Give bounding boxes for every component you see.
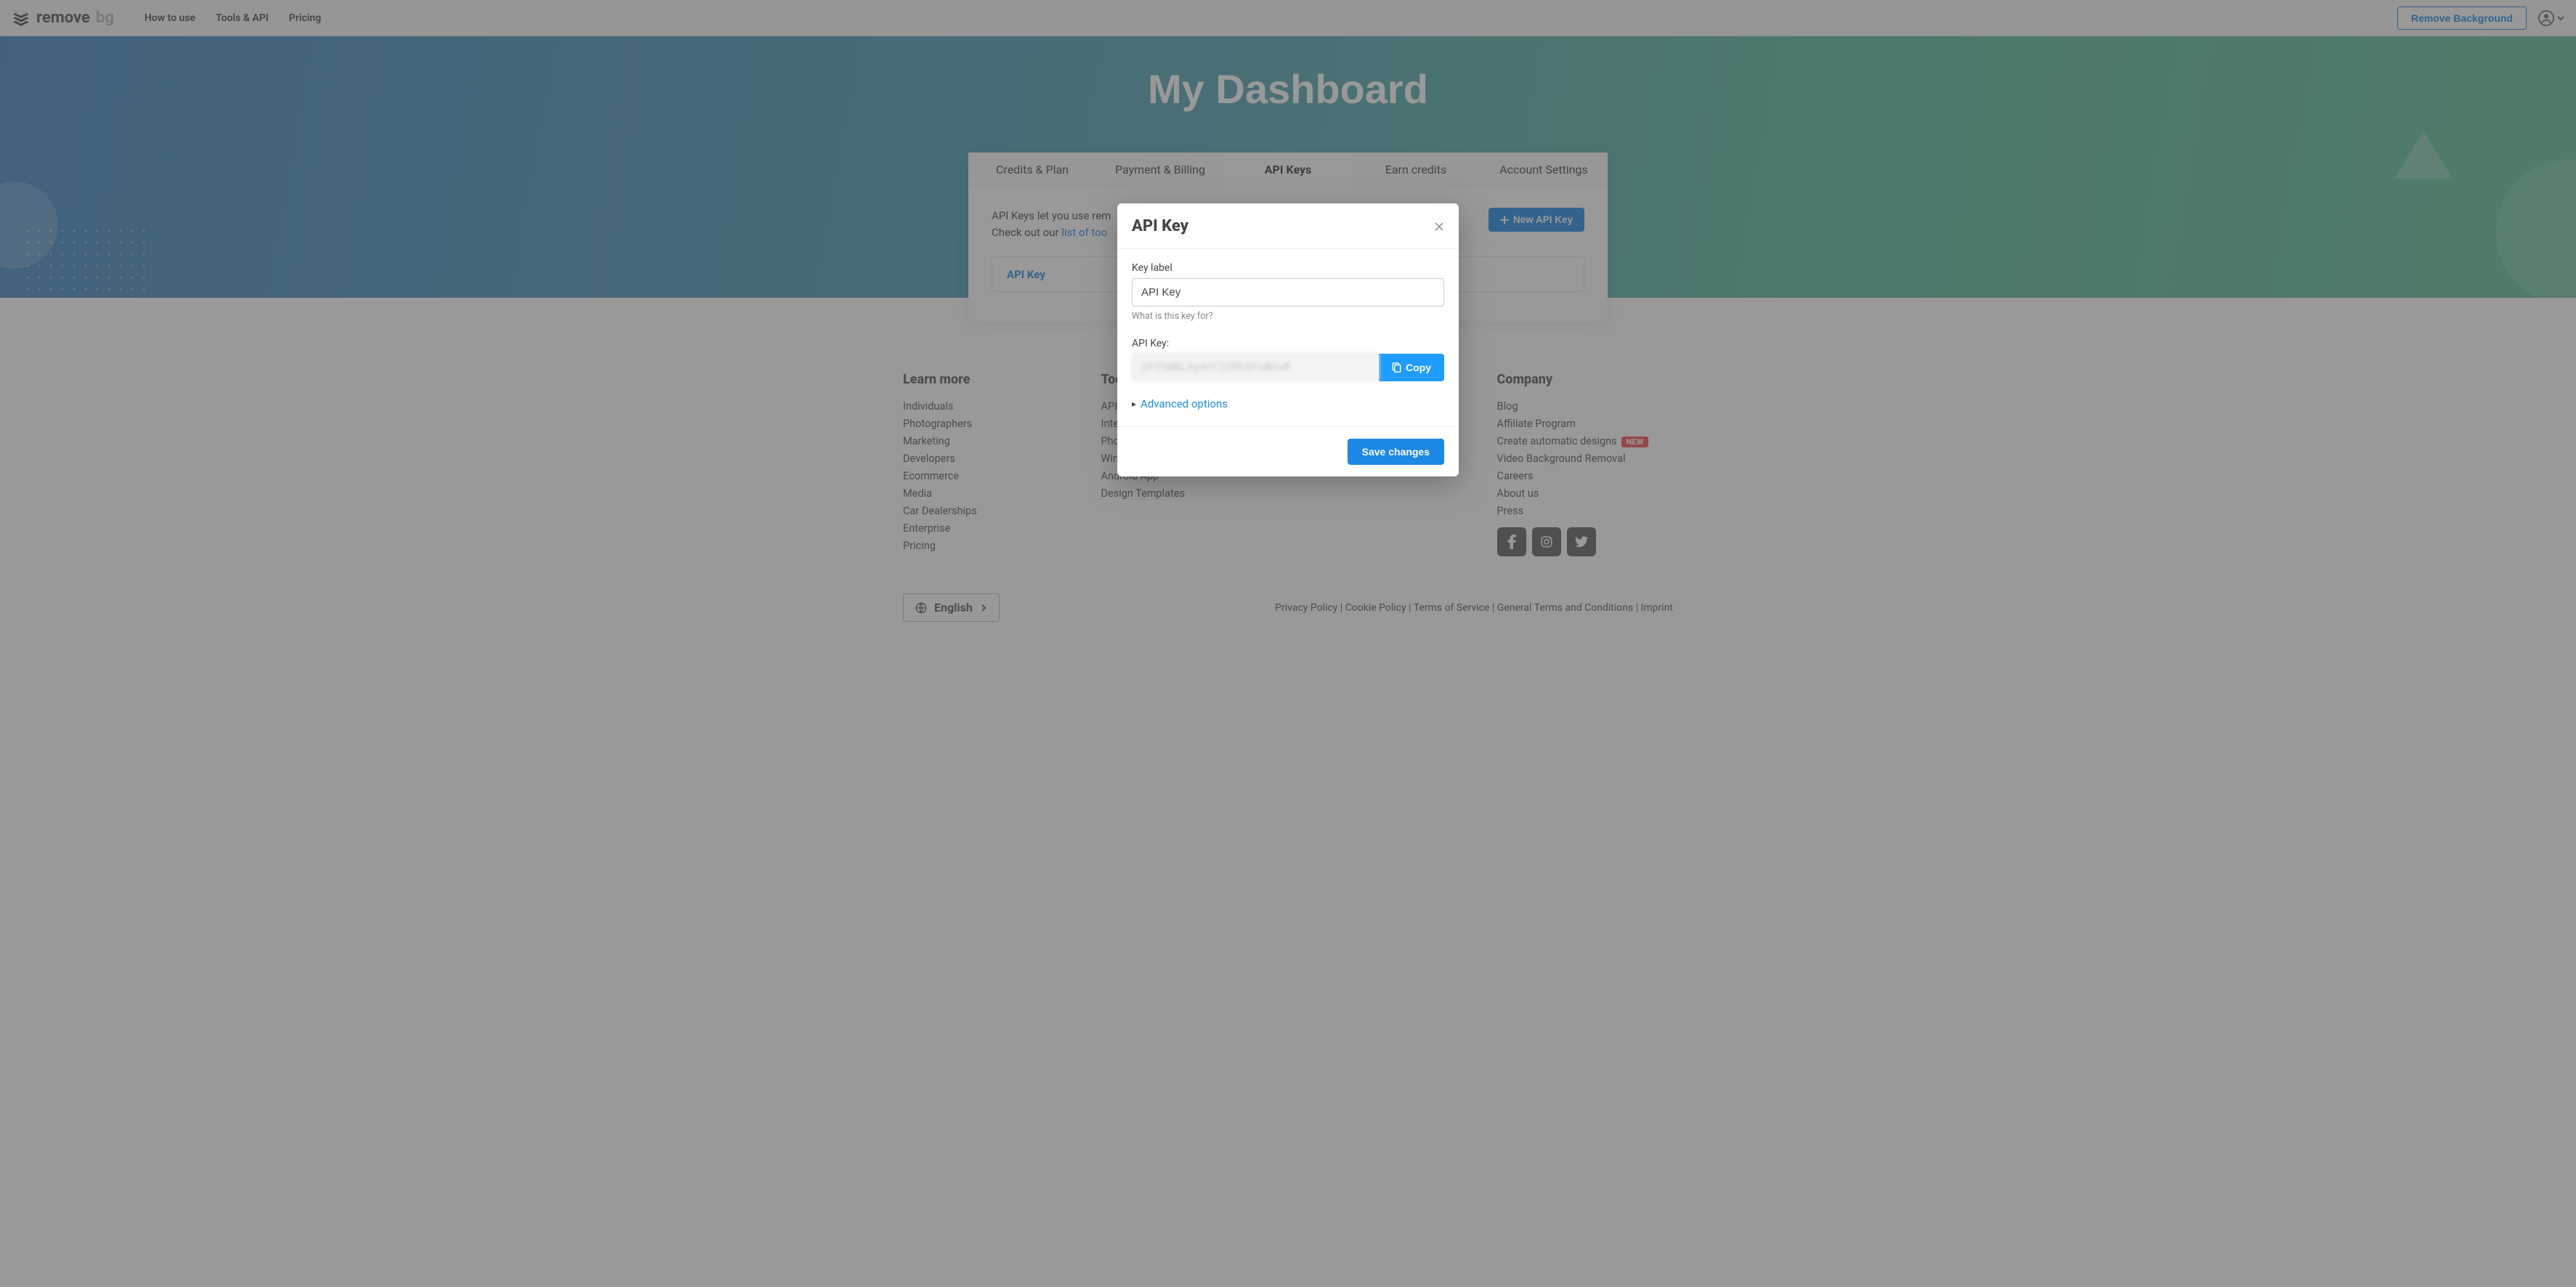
advanced-options-label: Advanced options — [1141, 397, 1228, 410]
api-key-input-group: oFY5DBL3ydrC12PkVFxBhxR Copy — [1132, 354, 1444, 381]
modal-overlay: API Key × Key label What is this key for… — [0, 0, 2576, 1287]
copy-button[interactable]: Copy — [1379, 354, 1444, 381]
close-icon[interactable]: × — [1434, 216, 1444, 235]
api-key-masked-value: oFY5DBL3ydrC12PkVFxBhxR — [1132, 354, 1379, 381]
modal-header: API Key × — [1117, 203, 1459, 249]
key-label-help: What is this key for? — [1132, 311, 1444, 322]
modal-title: API Key — [1132, 217, 1188, 235]
copy-label: Copy — [1406, 362, 1431, 373]
advanced-options-toggle[interactable]: Advanced options — [1132, 397, 1228, 410]
key-label-field-label: Key label — [1132, 262, 1444, 274]
modal-footer: Save changes — [1117, 426, 1459, 476]
api-key-modal: API Key × Key label What is this key for… — [1117, 203, 1459, 476]
save-changes-button[interactable]: Save changes — [1348, 439, 1444, 465]
modal-body: Key label What is this key for? API Key:… — [1117, 249, 1459, 426]
api-key-field-label: API Key: — [1132, 338, 1444, 349]
copy-icon — [1392, 362, 1401, 373]
key-label-input[interactable] — [1132, 278, 1444, 306]
